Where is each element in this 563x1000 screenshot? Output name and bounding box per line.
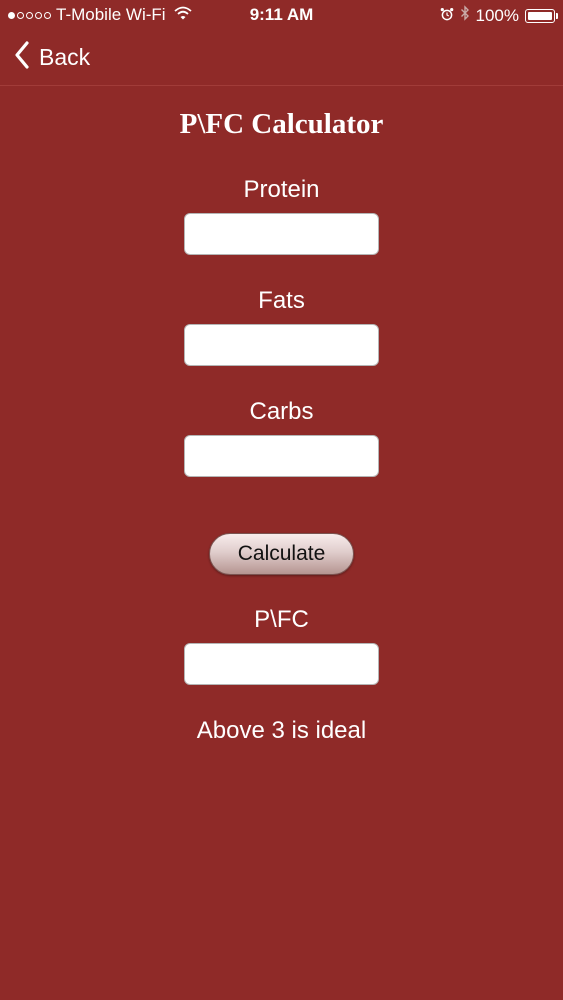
protein-label: Protein [243, 176, 320, 203]
battery-icon [525, 8, 558, 23]
protein-input[interactable] [184, 213, 379, 255]
chevron-left-icon [14, 41, 30, 74]
status-right: 100% [440, 5, 558, 26]
pfc-result-field[interactable] [184, 643, 379, 685]
navigation-bar: Back [0, 30, 563, 86]
back-label: Back [39, 44, 91, 70]
page-title: P\FC Calculator [179, 108, 384, 140]
alarm-clock-icon [440, 6, 454, 26]
back-button[interactable]: Back [14, 41, 90, 74]
ideal-hint-text: Above 3 is ideal [196, 717, 367, 744]
status-bar: T-Mobile Wi-Fi 9:11 AM 100% [0, 0, 563, 30]
fats-label: Fats [258, 287, 305, 314]
battery-nub [556, 12, 558, 19]
pfc-result-label: P\FC [254, 606, 309, 633]
battery-label: 100% [475, 5, 519, 25]
fats-input[interactable] [184, 324, 379, 366]
carbs-label: Carbs [249, 398, 314, 425]
battery-fill [528, 11, 552, 20]
calculate-button[interactable]: Calculate [209, 533, 354, 575]
bluetooth-icon [460, 5, 470, 26]
carbs-input[interactable] [184, 435, 379, 477]
